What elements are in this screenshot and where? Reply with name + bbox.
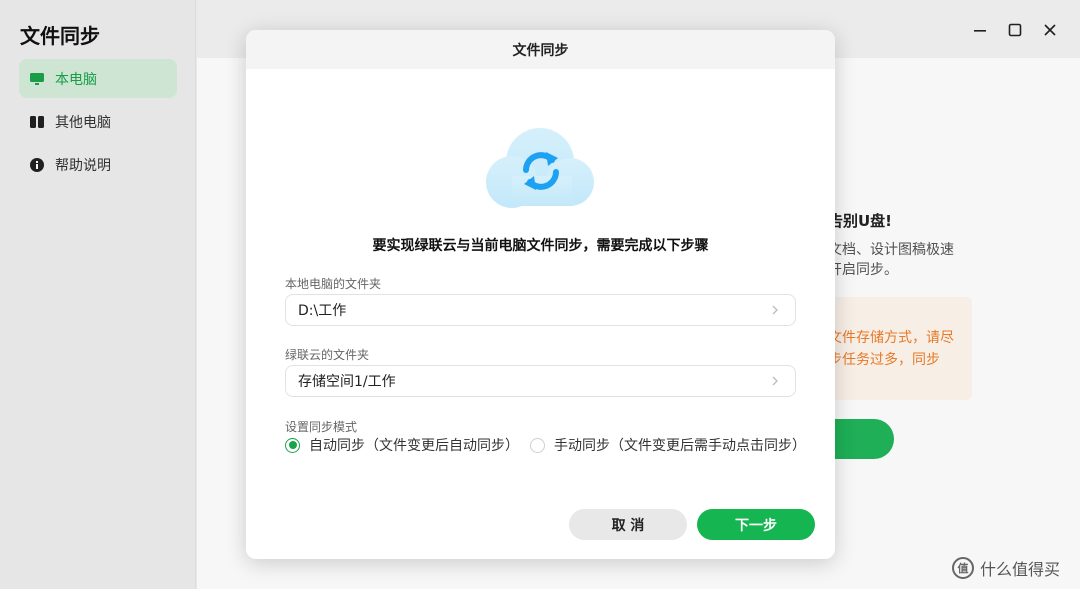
local-folder-label: 本地电脑的文件夹 bbox=[285, 277, 382, 291]
watermark: 值 什么值得买 bbox=[952, 556, 1060, 580]
cloud-folder-value: 存储空间1/工作 bbox=[298, 374, 396, 390]
sync-dialog: 文件同步 要实现绿联云与当前电脑文件同步，需要完成以下步骤 本地电脑的文件夹 D… bbox=[246, 30, 835, 559]
cloud-folder-field[interactable]: 存储空间1/工作 bbox=[285, 365, 796, 397]
sync-mode-label: 设置同步模式 bbox=[285, 420, 358, 434]
watermark-logo: 值 bbox=[952, 557, 974, 579]
radio-manual-sync[interactable]: 手动同步（文件变更后需手动点击同步） bbox=[530, 435, 806, 455]
next-step-button[interactable]: 下一步 bbox=[697, 509, 815, 540]
radio-auto-label: 自动同步（文件变更后自动同步） bbox=[309, 438, 519, 454]
dialog-heading: 要实现绿联云与当前电脑文件同步，需要完成以下步骤 bbox=[372, 238, 709, 254]
cloud-sync-icon bbox=[486, 128, 596, 210]
cancel-button[interactable]: 取 消 bbox=[569, 509, 687, 540]
local-folder-field[interactable]: D:\工作 bbox=[285, 294, 796, 326]
radio-manual-label: 手动同步（文件变更后需手动点击同步） bbox=[554, 438, 806, 454]
radio-button-checked[interactable] bbox=[285, 437, 300, 453]
local-folder-value: D:\工作 bbox=[298, 303, 347, 319]
chevron-right-icon bbox=[769, 304, 781, 316]
radio-button-unchecked[interactable] bbox=[530, 437, 545, 453]
dialog-title: 文件同步 bbox=[246, 30, 835, 69]
radio-auto-sync[interactable]: 自动同步（文件变更后自动同步） bbox=[285, 435, 519, 455]
cloud-folder-label: 绿联云的文件夹 bbox=[285, 348, 370, 362]
watermark-text: 什么值得买 bbox=[980, 560, 1061, 579]
chevron-right-icon bbox=[769, 375, 781, 387]
